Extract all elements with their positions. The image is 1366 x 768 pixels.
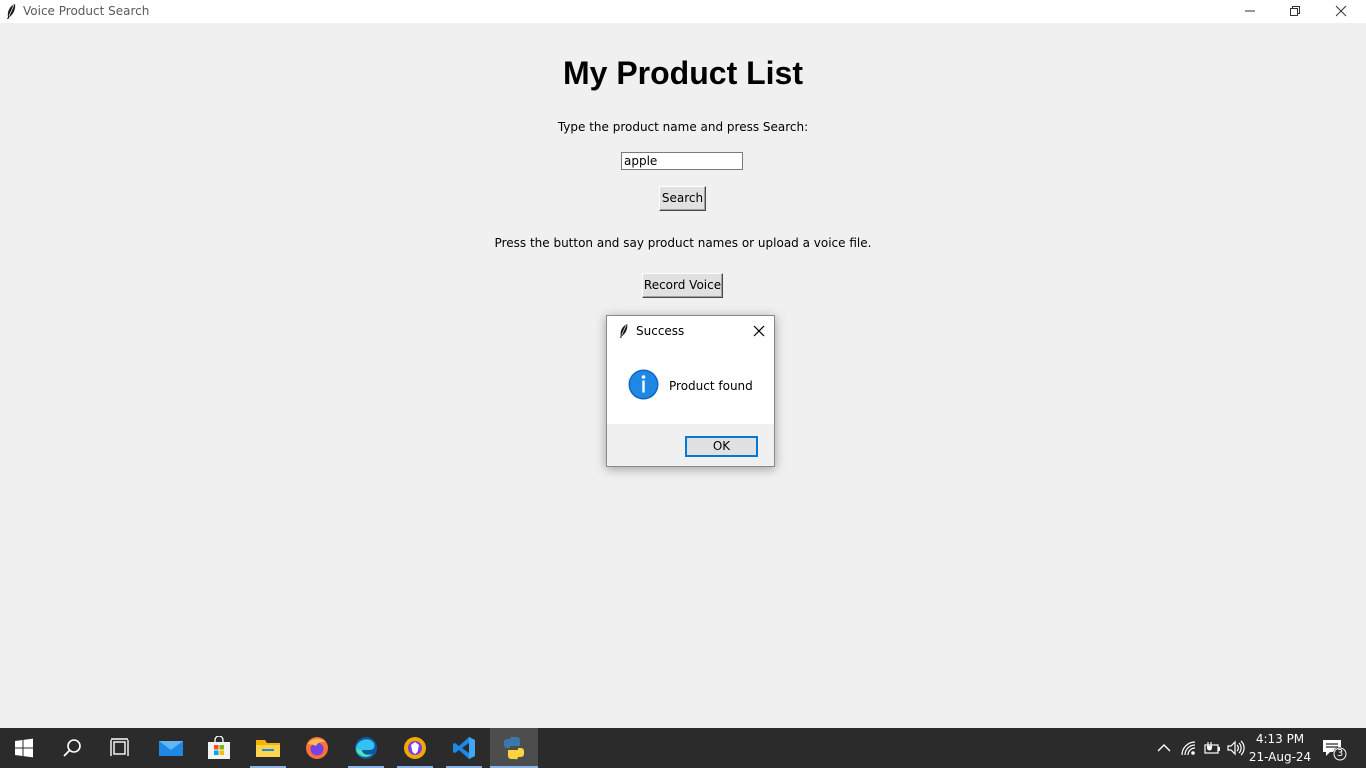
taskbar-brave[interactable] [391,728,439,768]
chevron-up-icon[interactable] [1155,740,1173,756]
search-input[interactable]: apple [621,152,743,170]
mail-icon [159,741,183,756]
search-button[interactable]: Search [659,186,706,211]
dialog-title: Success [636,324,685,338]
maximize-icon [1290,6,1300,16]
taskbar-edge[interactable] [342,728,390,768]
network-icon[interactable] [1180,740,1198,756]
feather-icon [7,4,16,19]
window-title: Voice Product Search [23,4,150,18]
vscode-icon [453,737,475,759]
taskbar-clock[interactable]: 4:13 PM 21-Aug-24 [1248,730,1312,766]
taskbar-mail[interactable] [147,728,195,768]
ok-button[interactable]: OK [685,436,758,457]
maximize-button[interactable] [1272,0,1318,23]
taskbar: 4:13 PM 21-Aug-24 3 [0,728,1366,768]
brave-icon [404,737,426,759]
dialog-body: Success Product found [607,316,774,424]
close-button[interactable] [1318,0,1364,23]
store-icon [208,736,230,759]
start-icon [15,738,33,758]
title-bar[interactable]: Voice Product Search [0,0,1366,23]
search-prompt-label: Type the product name and press Search: [557,120,809,134]
page-title: My Product List [562,55,803,91]
volume-icon[interactable] [1227,740,1245,756]
notification-count: 3 [1336,748,1344,759]
info-icon [628,369,659,400]
firefox-icon [306,737,328,759]
clock-time: 4:13 PM [1255,732,1305,746]
taskbar-file-explorer[interactable] [244,728,292,768]
file-explorer-icon [256,740,280,757]
start-button[interactable] [0,728,48,768]
taskbar-search[interactable] [48,728,96,768]
clock-date: 21-Aug-24 [1248,750,1312,764]
taskbar-firefox[interactable] [293,728,341,768]
record-voice-button[interactable]: Record Voice [642,273,723,298]
task-view-button[interactable] [96,728,144,768]
taskbar-python[interactable] [490,728,538,768]
success-dialog[interactable]: Success Product found OK [606,315,775,467]
taskbar-vscode[interactable] [440,728,488,768]
voice-prompt-label: Press the button and say product names o… [494,236,872,250]
feather-icon [619,324,628,338]
close-icon[interactable] [751,323,767,339]
dialog-message: Product found [669,379,753,393]
close-icon [1335,5,1347,17]
notification-center-button[interactable]: 3 [1322,738,1348,762]
taskbar-store[interactable] [195,728,243,768]
python-icon [504,736,524,760]
edge-icon [355,737,377,759]
task-view-icon [110,738,129,756]
battery-icon[interactable] [1203,740,1221,756]
minimize-icon [1245,10,1255,12]
search-icon [63,739,81,757]
notification-icon [1323,740,1347,761]
minimize-button[interactable] [1227,0,1273,23]
